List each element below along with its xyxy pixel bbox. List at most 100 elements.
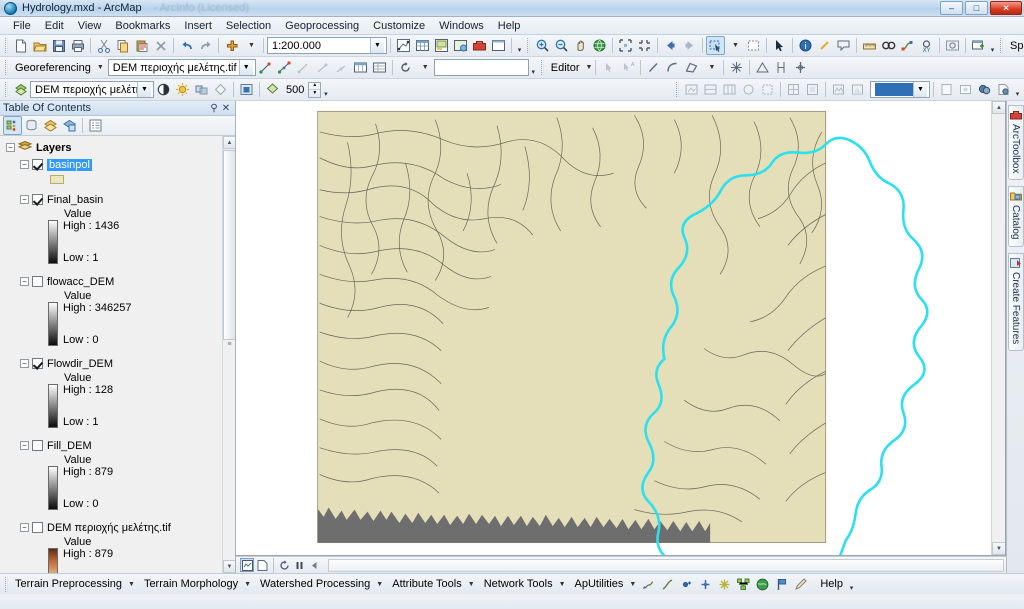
toc-tree[interactable]: − Layers − basinpol − Final_basin Value … [0,136,235,573]
archydro-help-button[interactable]: Help [816,577,847,591]
flow-path-tracing-icon[interactable] [639,575,658,594]
polygon-swatch[interactable] [50,175,64,184]
watershed-icon[interactable] [753,575,772,594]
image-analysis-overflow-button[interactable]: ▾ [1013,81,1022,99]
point-delineation-icon[interactable] [677,575,696,594]
redo-icon[interactable] [196,36,215,55]
scroll-down-arrow-icon[interactable]: ▼ [223,560,235,573]
pause-icon[interactable] [292,558,306,572]
undo-icon[interactable] [177,36,196,55]
network-tools-menu[interactable]: Network Tools [480,577,557,591]
layout-view-icon[interactable] [255,558,269,572]
close-button[interactable]: ✕ [990,1,1022,15]
zoom-out-icon[interactable] [552,36,571,55]
rotate-icon[interactable] [313,58,332,77]
refresh-icon[interactable] [277,558,291,572]
identify-icon[interactable]: i [796,36,815,55]
menu-edit[interactable]: Edit [38,18,71,34]
point-icon[interactable] [791,58,810,77]
save-layer-icon[interactable] [975,80,994,99]
chevron-down-icon[interactable]: ▼ [238,60,253,75]
mosaic-icon[interactable] [720,80,739,99]
find-route-icon[interactable] [898,36,917,55]
watershed-processing-menu[interactable]: Watershed Processing [256,577,374,591]
tools-toolbar-grip[interactable] [527,38,530,53]
save-icon[interactable] [49,36,68,55]
copy-icon[interactable] [113,36,132,55]
layer-visibility-checkbox[interactable] [32,194,43,205]
trace-dropdown[interactable]: ▼ [701,58,720,77]
toc-layer-flowdir-dem[interactable]: − Flowdir_DEM [4,356,235,371]
aputilities-menu[interactable]: ApUtilities [571,577,628,591]
fixed-zoom-out-icon[interactable] [635,36,654,55]
dra-icon[interactable] [848,80,867,99]
create-viewer-window-icon[interactable] [969,36,988,55]
close-icon[interactable]: ✕ [220,103,232,114]
chevron-down-icon[interactable]: ▼ [913,82,927,97]
edit-annotation-icon[interactable]: A [618,58,637,77]
add-control-points-icon[interactable] [256,58,275,77]
direction-distance-icon[interactable] [772,58,791,77]
maximize-button[interactable]: □ [965,1,988,15]
midpoint-icon[interactable] [753,58,772,77]
georeferencing-overflow-button[interactable]: ▾ [529,59,538,77]
edit-tool-icon[interactable] [599,58,618,77]
dock-tab-arctoolbox[interactable]: ArcToolbox [1007,105,1024,181]
menu-view[interactable]: View [71,18,109,34]
effects-layer-combo[interactable]: DEM περιοχής μελέτης.tif ▼ [30,81,154,98]
print-report-icon[interactable] [994,80,1013,99]
map-horizontal-scrollbar[interactable] [328,558,1004,572]
layer-visibility-checkbox[interactable] [32,358,43,369]
rotate-tool-icon[interactable] [396,58,415,77]
back-extent-icon[interactable] [661,36,680,55]
menu-file[interactable]: File [6,18,38,34]
toc-layer-final-basin[interactable]: − Final_basin [4,192,235,207]
resample-combo[interactable]: ▼ [870,81,930,98]
georeferencing-layer-combo[interactable]: DEM περιοχής μελέτης.tif ▼ [107,59,256,76]
rotate-tool-dropdown[interactable]: ▼ [415,58,434,77]
georeferencing-caret-icon[interactable]: ▼ [97,64,104,71]
tools-overflow-button[interactable]: ▾ [988,37,997,55]
list-by-visibility-icon[interactable] [41,116,60,135]
blink-icon[interactable] [263,80,282,99]
effects-grip[interactable] [5,82,8,97]
expander-icon[interactable]: − [20,160,29,169]
cut-icon[interactable] [94,36,113,55]
terrain-morphology-menu[interactable]: Terrain Morphology [140,577,242,591]
archydro-grip[interactable] [5,576,8,592]
paste-icon[interactable] [132,36,151,55]
clear-selection-icon[interactable] [744,36,763,55]
archydro-overflow-button[interactable]: ▾ [847,575,856,593]
select-features-icon[interactable] [706,36,725,55]
table-icon[interactable] [413,36,432,55]
expander-icon[interactable]: − [6,143,15,152]
georef-table-icon[interactable] [370,58,389,77]
toc-scrollbar[interactable]: ▲ ≡ ▼ [222,136,235,573]
end-point-arc-icon[interactable] [663,58,682,77]
pan-sharpen-icon[interactable] [682,80,701,99]
mensuration-icon[interactable] [803,80,822,99]
zoom-in-icon[interactable] [533,36,552,55]
map-view[interactable]: ▲ ▼ [236,101,1006,556]
menu-help[interactable]: Help [491,18,528,34]
menu-geoprocessing[interactable]: Geoprocessing [278,18,366,34]
batch-point-generation-icon[interactable] [696,575,715,594]
clip-icon[interactable] [758,80,777,99]
map-canvas[interactable] [236,101,1005,555]
expander-icon[interactable]: − [20,277,29,286]
layout-icon[interactable] [432,36,451,55]
chevron-down-icon[interactable]: ▼ [629,581,636,588]
menu-windows[interactable]: Windows [432,18,491,34]
toc-layer-dem-tif[interactable]: − DEM περιοχής μελέτης.tif [4,520,235,535]
transparency-stepper[interactable]: ▲ ▼ [308,81,322,98]
toolbar-grip[interactable] [5,38,8,53]
arctoolbox-icon[interactable] [470,36,489,55]
brightness-icon[interactable] [173,80,192,99]
assign-river-order-icon[interactable] [658,575,677,594]
global-point-delineation-icon[interactable] [715,575,734,594]
view-link-table-icon[interactable] [275,58,294,77]
chevron-down-icon[interactable]: ▼ [376,581,383,588]
flicker-icon[interactable] [237,80,256,99]
menu-customize[interactable]: Customize [366,18,432,34]
select-element-icon[interactable] [770,36,789,55]
